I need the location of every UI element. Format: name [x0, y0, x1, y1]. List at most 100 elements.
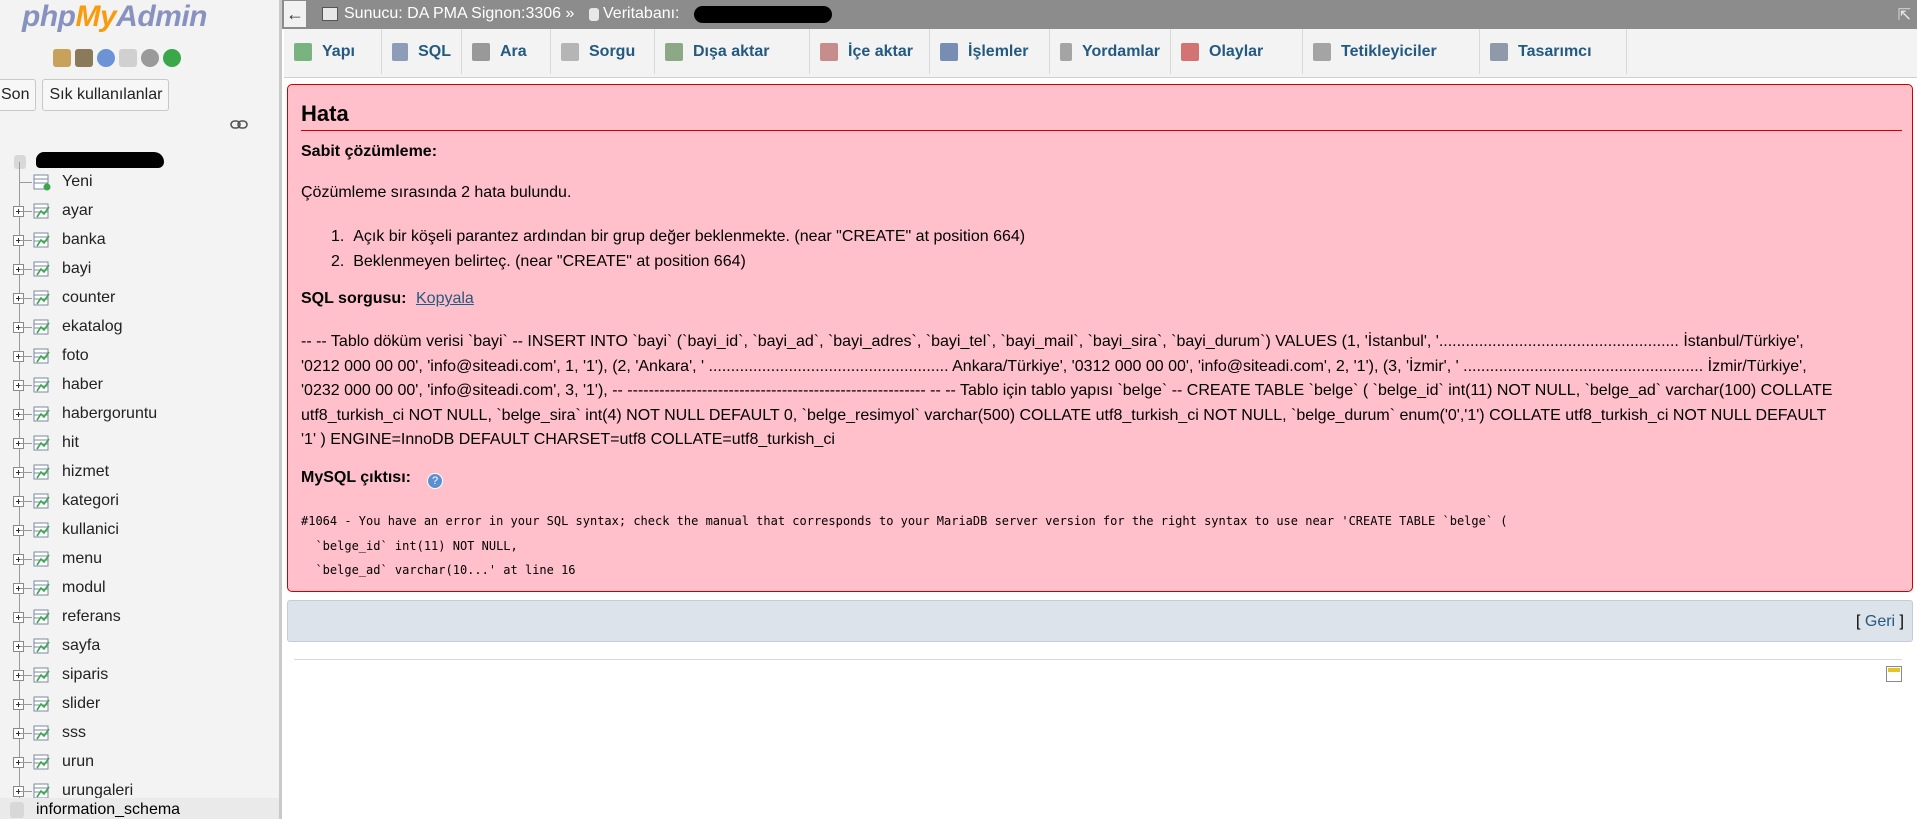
tree-item-table[interactable]: referans	[0, 606, 279, 632]
home-icon[interactable]	[53, 49, 71, 67]
logo-admin: Admin	[116, 0, 207, 33]
docs-icon[interactable]	[119, 49, 137, 67]
tab-label: Yapı	[322, 42, 355, 60]
table-icon	[33, 464, 50, 480]
tree-item-table[interactable]: modul	[0, 577, 279, 603]
tab-7[interactable]: İşlemler	[930, 29, 1050, 74]
tab-4[interactable]: Sorgu	[551, 29, 655, 74]
tab-label: Ara	[500, 42, 527, 60]
tree-item-label: habergoruntu	[62, 405, 158, 422]
copy-query-link[interactable]: Kopyala	[416, 290, 474, 308]
tab-5[interactable]: Dışa aktar	[655, 29, 810, 74]
tree-branch	[20, 211, 32, 212]
tree-item-table[interactable]: bayi	[0, 258, 279, 284]
table-icon	[33, 580, 50, 596]
tree-item-table[interactable]: haber	[0, 374, 279, 400]
table-icon	[33, 406, 50, 422]
tab-1[interactable]: Yapı	[284, 29, 382, 74]
tree-item-table[interactable]: sayfa	[0, 635, 279, 661]
table-icon	[33, 754, 50, 770]
tree-item-label: ayar	[62, 202, 94, 219]
tree-branch	[20, 675, 32, 676]
tree-item-table[interactable]: sss	[0, 722, 279, 748]
tree-item-label: foto	[62, 347, 89, 364]
collapse-topbar-icon[interactable]: ⇱	[1898, 5, 1911, 25]
tree-item-table[interactable]: ayar	[0, 200, 279, 226]
tree-item-table[interactable]: ekatalog	[0, 316, 279, 342]
mysql-output-line: `belge_ad` varchar(10...' at line 16	[301, 563, 576, 577]
tree-item-new[interactable]: Yeni	[0, 171, 279, 197]
error-message: Açık bir köşeli parantez ardından bir gr…	[353, 228, 1026, 245]
tree-branch	[20, 414, 32, 415]
tab-3[interactable]: Ara	[462, 29, 551, 74]
tree-item-table[interactable]: hizmet	[0, 461, 279, 487]
tab-label: Yordamlar	[1082, 42, 1160, 60]
tree-item-table[interactable]: kategori	[0, 490, 279, 516]
table-icon	[33, 522, 50, 538]
favorites-button[interactable]: Sık kullanılanlar	[42, 79, 170, 111]
bracket-open: [	[1855, 613, 1865, 630]
table-icon	[33, 638, 50, 654]
help-icon[interactable]	[97, 49, 115, 67]
tree-item-table[interactable]: slider	[0, 693, 279, 719]
new-table-icon	[33, 174, 51, 191]
tree-branch	[20, 733, 32, 734]
help-icon[interactable]: ?	[427, 473, 443, 489]
mysql-output-line: #1064 - You have an error in your SQL sy…	[301, 514, 1508, 528]
back-link-wrapper: [ Geri ]	[1856, 613, 1904, 631]
table-icon	[33, 232, 50, 248]
link-icon[interactable]	[230, 120, 248, 129]
sidebar-resize-handle[interactable]	[279, 0, 282, 819]
tree-item-table[interactable]: hit	[0, 432, 279, 458]
tree-item-table[interactable]: counter	[0, 287, 279, 313]
tree-item-table[interactable]: urun	[0, 751, 279, 777]
tab-6[interactable]: İçe aktar	[810, 29, 930, 74]
tab-11[interactable]: Tasarımcı	[1480, 29, 1627, 74]
redacted-database-name	[36, 152, 164, 168]
tree-item-table[interactable]: foto	[0, 345, 279, 371]
console-icon[interactable]	[1886, 666, 1902, 682]
table-icon	[33, 493, 50, 509]
tree-branch	[20, 269, 32, 270]
tree-item-information-schema[interactable]: information_schema	[0, 798, 279, 819]
tree-item-label: sss	[62, 724, 86, 741]
breadcrumb-database-label[interactable]: Veritabanı:	[603, 5, 680, 23]
tree-item-table[interactable]: habergoruntu	[0, 403, 279, 429]
search-icon	[472, 42, 490, 61]
collapse-sidebar-arrow[interactable]: ←	[284, 1, 306, 27]
tree-item-table[interactable]: siparis	[0, 664, 279, 690]
error-message: Beklenmeyen belirteç. (near "CREATE" at …	[353, 253, 746, 270]
table-icon	[33, 696, 50, 712]
tree-item-table[interactable]: kullanici	[0, 519, 279, 545]
back-link[interactable]: Geri	[1865, 613, 1895, 630]
reload-icon[interactable]	[163, 49, 181, 67]
exit-icon[interactable]	[75, 49, 93, 67]
tree-branch	[20, 385, 32, 386]
tree-branch	[20, 501, 32, 502]
tab-9[interactable]: Olaylar	[1171, 29, 1303, 74]
sql-query-line: '0232 000 00 00', 'info@siteadi.com', 3,…	[301, 382, 1833, 399]
phpmyadmin-logo[interactable]: phpMyAdmin	[22, 0, 207, 34]
triggers-icon	[1313, 42, 1331, 61]
tab-10[interactable]: Tetikleyiciler	[1303, 29, 1480, 74]
tree-item-table[interactable]: menu	[0, 548, 279, 574]
logo-php: php	[22, 0, 76, 33]
tree-item-table[interactable]: banka	[0, 229, 279, 255]
tab-label: SQL	[418, 42, 451, 60]
footer-divider	[294, 659, 1902, 660]
tab-label: Tasarımcı	[1518, 42, 1592, 60]
table-icon	[33, 290, 50, 306]
tree-branch	[20, 298, 32, 299]
redacted-database-name	[694, 6, 832, 23]
settings-icon[interactable]	[141, 49, 159, 67]
tab-8[interactable]: Yordamlar	[1050, 29, 1171, 74]
recent-button[interactable]: Son	[0, 79, 37, 111]
back-bar: [ Geri ]	[287, 600, 1913, 642]
error-count-text: Çözümleme sırasında 2 hata bulundu.	[301, 184, 572, 201]
quick-icons	[53, 49, 181, 71]
error-list-item: 2. Beklenmeyen belirteç. (near "CREATE" …	[331, 253, 746, 270]
structure-icon	[294, 42, 312, 61]
table-icon	[33, 203, 50, 219]
breadcrumb-server[interactable]: Sunucu: DA PMA Signon:3306 »	[344, 5, 574, 23]
tab-2[interactable]: SQL	[382, 29, 462, 74]
